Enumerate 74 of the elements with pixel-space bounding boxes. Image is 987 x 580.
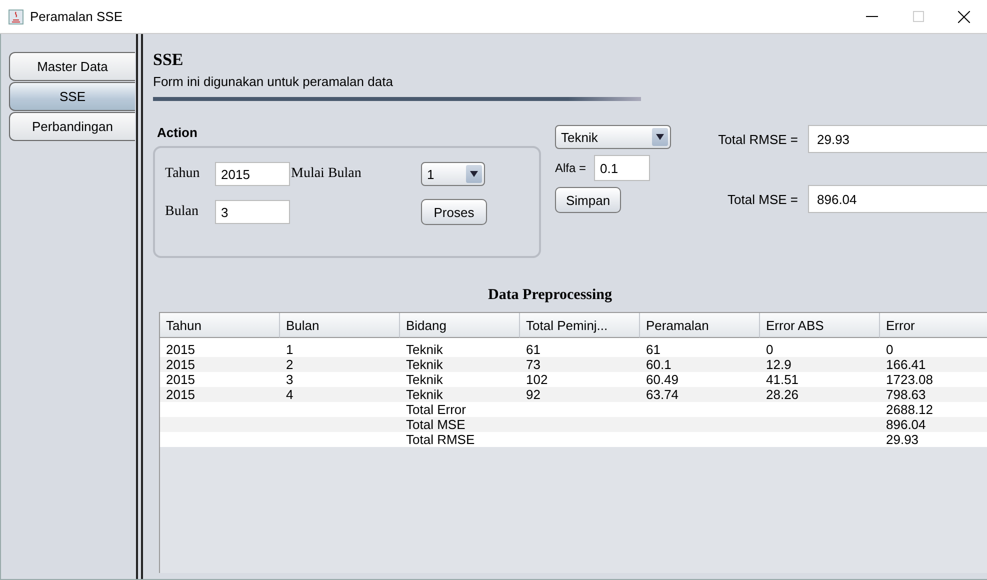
column-header[interactable]: Error — [880, 313, 987, 338]
table-cell: Total MSE — [406, 417, 466, 432]
bidang-dropdown[interactable]: Teknik — [555, 125, 671, 149]
table-cell: Teknik — [406, 342, 443, 357]
result-label: Total MSE = — [726, 192, 799, 206]
table-row[interactable]: 2015 2 Teknik 73 60.1 12.9 166.41 — [160, 357, 987, 372]
table-cell: 28.26 — [766, 387, 799, 402]
column-header[interactable]: Peramalan — [640, 313, 760, 338]
splitter-bar[interactable] — [136, 34, 143, 579]
group-title: Action — [157, 125, 198, 140]
table-cell: 12.9 — [766, 357, 792, 372]
column-header[interactable]: Tahun — [160, 313, 280, 338]
table-cell: 2015 — [166, 387, 195, 402]
app-icon — [8, 8, 24, 24]
table-cell: 0 — [766, 342, 774, 357]
table-cell: 1723.08 — [886, 372, 933, 387]
table-cell: 41.51 — [766, 372, 799, 387]
table-row[interactable]: 2015 4 Teknik 92 63.74 28.26 798.63 — [160, 387, 987, 402]
table-cell: 2688.12 — [886, 402, 933, 417]
close-icon — [958, 10, 970, 22]
column-header[interactable]: Bulan — [280, 313, 400, 338]
sidebar-tab[interactable]: Master Data — [9, 52, 135, 81]
tahun-field[interactable]: 2015 — [215, 162, 290, 186]
alfa-label: Alfa = — [555, 161, 586, 175]
table-cell: 29.93 — [886, 432, 919, 447]
minimize-icon — [866, 16, 878, 17]
section-title: SSE — [153, 50, 184, 70]
mulai-bulan-label: Mulai Bulan — [291, 166, 362, 182]
section-subtitle: Form ini digunakan untuk peramalan data — [153, 74, 394, 89]
simpan-button[interactable]: Simpan — [555, 187, 622, 213]
proses-button[interactable]: Proses — [421, 199, 487, 225]
table-cell: 2015 — [166, 372, 195, 387]
table-cell: 61 — [526, 342, 540, 357]
sidebar-tab[interactable]: SSE — [9, 82, 135, 111]
dropdown-arrow-icon — [470, 171, 478, 177]
table-row[interactable]: Total MSE 896.04 — [160, 417, 987, 432]
table-cell: 2 — [286, 357, 294, 372]
table-cell: Teknik — [406, 357, 443, 372]
result-label: Total RMSE = — [717, 132, 799, 146]
table-cell: 102 — [526, 372, 548, 387]
bulan-label: Bulan — [165, 204, 200, 220]
table-cell: 4 — [286, 387, 294, 402]
result-field[interactable]: 896.04 — [808, 185, 987, 213]
table-cell: Teknik — [406, 372, 443, 387]
table-cell: 798.63 — [886, 387, 926, 402]
table-cell: 0 — [886, 342, 894, 357]
dropdown-arrow-icon — [656, 134, 664, 140]
table-cell: 92 — [526, 387, 540, 402]
bulan-field[interactable]: 3 — [215, 200, 290, 224]
window-title: Peramalan SSE — [30, 9, 124, 24]
table-cell: 63.74 — [646, 387, 679, 402]
result-field[interactable]: 29.93 — [808, 125, 987, 153]
table-cell: 60.49 — [646, 372, 679, 387]
maximize-icon — [912, 11, 924, 22]
mulai-bulan-dropdown[interactable]: 1 — [421, 162, 485, 186]
table-cell: 61 — [646, 342, 660, 357]
table-cell: 3 — [286, 372, 294, 387]
table-cell: Total RMSE — [406, 432, 475, 447]
sidebar-tab[interactable]: Perbandingan — [9, 112, 135, 141]
table-cell: 73 — [526, 357, 540, 372]
column-header[interactable]: Bidang — [400, 313, 520, 338]
column-header[interactable]: Error ABS — [760, 313, 880, 338]
alfa-field[interactable]: 0.1 — [594, 155, 650, 181]
table-cell: Total Error — [406, 402, 466, 417]
table-cell: Teknik — [406, 387, 443, 402]
table-cell: 60.1 — [646, 357, 672, 372]
table-cell: 896.04 — [886, 417, 926, 432]
tahun-label: Tahun — [165, 166, 201, 182]
table-cell: 166.41 — [886, 357, 926, 372]
table-cell: 1 — [286, 342, 294, 357]
column-header[interactable]: Total Peminj... — [520, 313, 640, 338]
table-title: Data Preprocessing — [486, 287, 613, 304]
table-cell: 2015 — [166, 342, 195, 357]
table-cell: 2015 — [166, 357, 195, 372]
